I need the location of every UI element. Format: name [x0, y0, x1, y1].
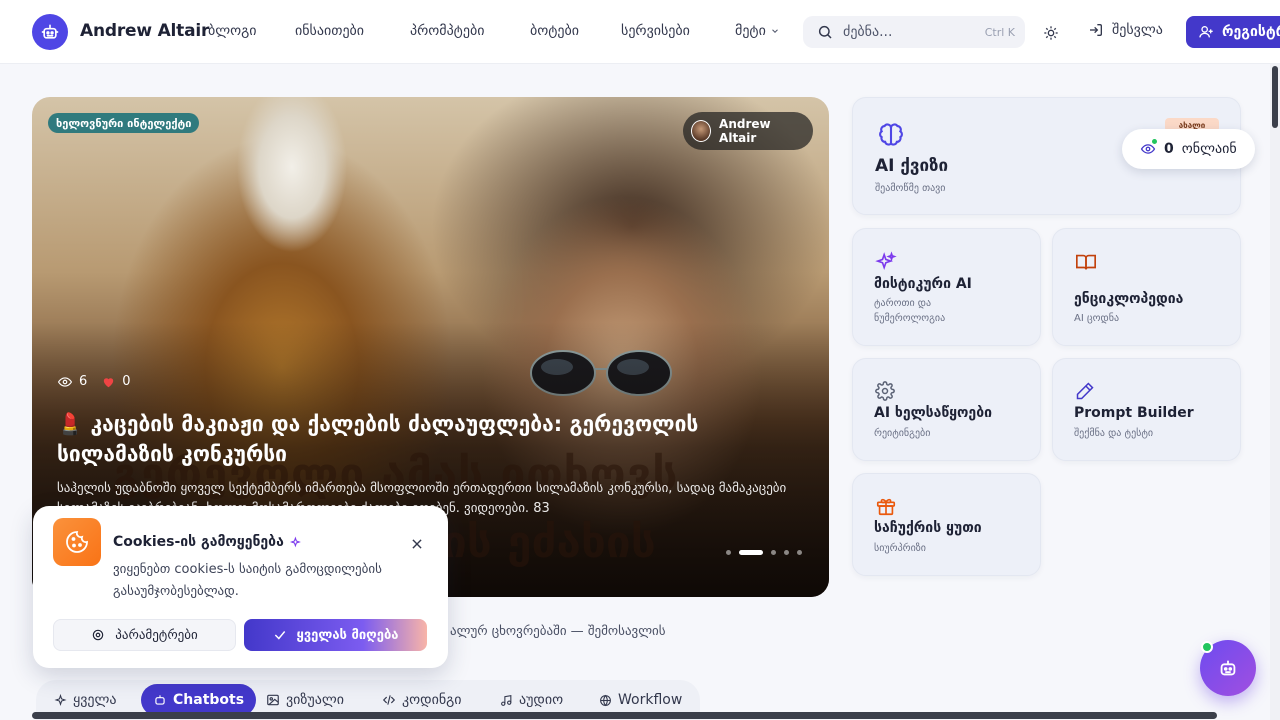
card-subtitle: რეიტინგები	[874, 428, 931, 439]
nav-more-label: მეტი	[735, 23, 766, 39]
card-gift-box[interactable]: საჩუქრის ყუთი სიურპრიზი	[852, 473, 1041, 576]
card-subtitle: ტაროთი და ნუმეროლოგია	[874, 298, 946, 324]
category-badge[interactable]: ხელოვნური ინტელექტი	[48, 113, 200, 133]
post-title[interactable]: 💄 კაცების მაკიაჟი და ქალების ძალაუფლება:…	[57, 409, 797, 469]
login-label: შესვლა	[1112, 22, 1163, 38]
cookie-title: Cookies-ის გამოყენება	[113, 534, 303, 550]
globe-icon	[599, 694, 612, 707]
cookie-accept-label: ყველას მიღება	[296, 627, 399, 643]
card-mystic-ai[interactable]: მისტიკური AI ტაროთი და ნუმეროლოგია	[852, 228, 1041, 346]
search-shortcut: Ctrl K	[984, 25, 1015, 39]
card-title: Prompt Builder	[1074, 405, 1194, 421]
chevron-down-icon	[770, 26, 780, 36]
close-icon[interactable]	[410, 536, 424, 550]
cookie-accept-all-button[interactable]: ყველას მიღება	[244, 619, 427, 651]
carousel-dot[interactable]	[784, 550, 789, 555]
nav-prompts[interactable]: პრომპტები	[410, 23, 484, 39]
online-label: ონლაინ	[1181, 141, 1237, 157]
register-label: რეგისტრაცია	[1222, 24, 1280, 40]
scrollbar-thumb[interactable]	[1272, 66, 1278, 128]
sparkle-icon	[54, 693, 67, 707]
search-input[interactable]: ძებნა... Ctrl K	[803, 16, 1025, 48]
sparkle-icon	[289, 536, 303, 549]
login-icon	[1088, 22, 1104, 38]
cookie-settings-label: პარამეტრები	[115, 627, 198, 643]
brand-name[interactable]: Andrew Altair	[80, 21, 209, 41]
theme-toggle-sun-icon[interactable]	[1040, 22, 1062, 44]
horizontal-scrollbar[interactable]	[32, 712, 1217, 719]
carousel-dot[interactable]	[797, 550, 802, 555]
gear-icon	[875, 381, 895, 405]
post-stats: 6 0	[57, 374, 131, 389]
nav-services[interactable]: სერვისები	[621, 23, 690, 39]
top-header: Andrew Altair ბლოგი ინსაითები პრომპტები …	[0, 0, 1280, 64]
nav-insights[interactable]: ინსაითები	[295, 23, 364, 39]
carousel-dot-active[interactable]	[739, 550, 763, 555]
carousel-dot[interactable]	[771, 550, 776, 555]
filter-visual-label: ვიზუალი	[286, 692, 345, 708]
card-ai-tools[interactable]: AI ხელსაწყოები რეიტინგები	[852, 358, 1041, 461]
likes-count: 0	[122, 374, 131, 389]
avatar	[691, 120, 712, 142]
heart-icon	[101, 375, 116, 389]
vertical-scrollbar[interactable]	[1270, 64, 1280, 720]
music-icon	[500, 694, 513, 707]
online-status-dot	[1150, 137, 1159, 146]
chatbot-online-dot	[1201, 641, 1213, 653]
user-plus-icon	[1198, 24, 1214, 40]
filter-workflow-label: Workflow	[618, 692, 683, 708]
card-title: მისტიკური AI	[874, 276, 972, 292]
cookie-title-text: Cookies-ის გამოყენება	[113, 534, 284, 550]
author-name: Andrew Altair	[719, 117, 771, 145]
eye-icon	[57, 375, 73, 389]
card-encyclopedia[interactable]: ენციკლოპედია AI ცოდნა	[1052, 228, 1241, 346]
card-title: საჩუქრის ყუთი	[874, 520, 982, 536]
book-icon	[1075, 251, 1097, 277]
brain-icon	[877, 122, 905, 154]
online-count: 0	[1164, 141, 1174, 157]
section-subtitle: ალურ ცხოვრებაში — შემოსავლის	[450, 624, 666, 639]
robot-icon	[1217, 657, 1239, 679]
card-subtitle: სიურპრიზი	[874, 543, 926, 554]
register-button[interactable]: რეგისტრაცია	[1186, 16, 1280, 48]
filter-audio-label: აუდიო	[519, 692, 564, 708]
card-prompt-builder[interactable]: Prompt Builder შექმნა და ტესტი	[1052, 358, 1241, 461]
card-subtitle: შექმნა და ტესტი	[1074, 428, 1154, 439]
nav-blog[interactable]: ბლოგი	[208, 23, 257, 39]
nav-more[interactable]: მეტი	[735, 23, 780, 39]
image-icon	[266, 693, 280, 707]
sparkles-icon	[875, 251, 897, 277]
search-placeholder: ძებნა...	[843, 24, 893, 40]
online-users-badge[interactable]: 0 ონლაინ	[1122, 129, 1255, 169]
hero-image-caption-2: ის ეძახის	[442, 517, 656, 568]
card-title: AI ქვიზი	[875, 156, 949, 176]
pencil-icon	[1075, 381, 1095, 405]
card-title: ენციკლოპედია	[1074, 291, 1184, 307]
card-title: AI ხელსაწყოები	[874, 405, 992, 421]
cookie-description: ვიყენებთ cookies-ს საიტის გამოცდილების გ…	[113, 562, 382, 599]
search-icon	[817, 24, 833, 40]
filter-chatbots-label: Chatbots	[173, 692, 245, 708]
code-icon	[382, 693, 396, 707]
login-button[interactable]: შესვლა	[1088, 22, 1163, 38]
gift-icon	[875, 495, 897, 521]
filter-coding-label: კოდინგი	[402, 692, 462, 708]
cookie-icon	[53, 518, 101, 566]
card-subtitle: AI ცოდნა	[1074, 313, 1120, 324]
carousel-dots	[726, 550, 802, 555]
cookie-consent-banner: Cookies-ის გამოყენება ვიყენებთ cookies-ს…	[33, 506, 448, 668]
nav-bots[interactable]: ბოტები	[530, 23, 579, 39]
author-chip[interactable]: Andrew Altair	[683, 112, 813, 150]
check-icon	[273, 628, 287, 642]
robot-icon	[153, 693, 167, 707]
card-subtitle: შეამოწმე თავი	[875, 183, 946, 194]
logo-robot-icon[interactable]	[32, 14, 68, 50]
carousel-dot[interactable]	[726, 550, 731, 555]
views-count: 6	[79, 374, 88, 389]
cookie-settings-button[interactable]: პარამეტრები	[53, 619, 236, 651]
filter-all-label: ყველა	[73, 692, 117, 708]
gear-icon	[91, 628, 105, 642]
